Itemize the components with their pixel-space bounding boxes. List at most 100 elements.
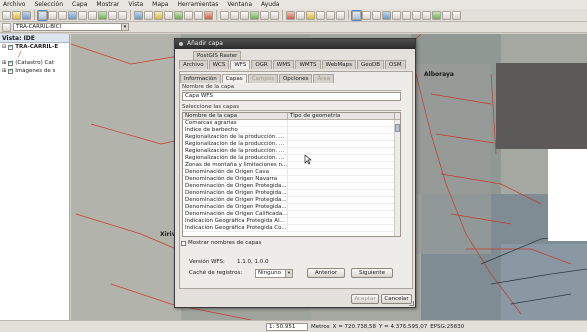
table-icon[interactable]: [154, 10, 163, 20]
tab-wcs[interactable]: WCS: [208, 60, 230, 69]
next-button[interactable]: Siguiente: [351, 268, 393, 278]
text-icon[interactable]: [336, 10, 345, 20]
expand-icon[interactable]: ⊞: [2, 59, 6, 67]
layer-icon[interactable]: [2, 22, 11, 32]
tab-opciones[interactable]: Opciones: [278, 74, 313, 83]
tab-wms[interactable]: WMS: [272, 60, 295, 69]
dialog-titlebar[interactable]: Añadir capa: [175, 39, 415, 49]
menu-mapa[interactable]: Mapa: [152, 1, 168, 8]
table-row[interactable]: Regionalización de la producción. ...: [183, 155, 400, 162]
hyperlink-icon[interactable]: [260, 10, 269, 20]
menu-ventana[interactable]: Ventana: [227, 1, 252, 8]
menu-mostrar[interactable]: Mostrar: [96, 1, 119, 8]
toc-layer-row[interactable]: ⊞ Imágenes de s: [0, 67, 69, 75]
area-icon[interactable]: [194, 10, 203, 20]
table-row[interactable]: Regionalización de la producción. ...: [183, 141, 400, 148]
menu-herramientas[interactable]: Herramientas: [177, 1, 218, 8]
edit-icon[interactable]: [164, 10, 173, 20]
layer-visibility-checkbox[interactable]: [8, 59, 14, 67]
preferences-icon[interactable]: [452, 10, 461, 20]
new-project-icon[interactable]: [2, 10, 11, 20]
cache-select[interactable]: Ninguno ▾: [255, 269, 293, 278]
menu-seleccion[interactable]: Selección: [34, 1, 63, 8]
zoom-select-icon[interactable]: [118, 10, 127, 20]
copy-icon[interactable]: [48, 10, 57, 20]
crs-label[interactable]: EPSG:25830: [430, 324, 464, 330]
polygon-icon[interactable]: [326, 10, 335, 20]
info-icon[interactable]: [68, 10, 77, 20]
print-icon[interactable]: [442, 10, 451, 20]
expand-icon[interactable]: ⊟: [2, 43, 6, 51]
geoprocess-icon[interactable]: [174, 10, 183, 20]
table-row[interactable]: Regionalización de la producción. ...: [183, 134, 400, 141]
menu-capa[interactable]: Capa: [72, 1, 87, 8]
stop-icon[interactable]: [286, 10, 295, 20]
scrollbar-thumb[interactable]: [395, 124, 400, 132]
clear-selection-icon[interactable]: [392, 10, 401, 20]
layers-table[interactable]: Nombre de la capa Tipo de geometría Coma…: [182, 112, 401, 237]
units-label[interactable]: Metros: [311, 324, 330, 330]
toc-layer-row[interactable]: ⊞ (Catastro) Cat: [0, 59, 69, 67]
open-project-icon[interactable]: [12, 10, 21, 20]
cancel-button[interactable]: Cancelar: [381, 294, 412, 304]
tab-postgis-raster[interactable]: PostGIS Raster: [193, 51, 242, 60]
show-layer-names-row[interactable]: Mostrar nombres de capas: [181, 240, 261, 246]
refresh-icon[interactable]: [250, 10, 259, 20]
graphics-icon[interactable]: [296, 10, 305, 20]
tab-informacion[interactable]: Información: [180, 74, 221, 83]
resize-grip[interactable]: [409, 301, 414, 306]
column-header-name[interactable]: Nombre de la capa: [183, 113, 288, 119]
measure-icon[interactable]: [184, 10, 193, 20]
point-icon[interactable]: [306, 10, 315, 20]
table-row[interactable]: Denominación de Origen Calificada...: [183, 211, 400, 218]
tab-ogr[interactable]: OGR: [251, 60, 272, 69]
grid-icon[interactable]: [422, 10, 431, 20]
table-row[interactable]: Comarcas agrarias: [183, 120, 400, 127]
tab-capas[interactable]: Capas: [221, 74, 247, 83]
menu-vista[interactable]: Vista: [128, 1, 143, 8]
table-row[interactable]: Denominación de Origen Protegida...: [183, 197, 400, 204]
snapping-icon[interactable]: [412, 10, 421, 20]
scale-field[interactable]: 1: 50.951: [266, 322, 308, 331]
tab-wfs[interactable]: WFS: [230, 60, 251, 69]
layer-properties-icon[interactable]: [144, 10, 153, 20]
table-row[interactable]: Regionalización de la producción. ...: [183, 148, 400, 155]
menu-archivo[interactable]: Archivo: [3, 1, 25, 8]
layer-visibility-checkbox[interactable]: [8, 43, 14, 51]
table-row[interactable]: Indicación Geográfica Protegida Co...: [183, 225, 400, 232]
table-row[interactable]: Indicación Geográfica Protegida Al...: [183, 218, 400, 225]
select-point-icon[interactable]: [351, 9, 362, 21]
column-header-geometry[interactable]: Tipo de geometría: [288, 113, 395, 119]
table-row[interactable]: Denominación de Origen Protegida...: [183, 190, 400, 197]
table-row[interactable]: Denominación de Origen Protegida...: [183, 204, 400, 211]
locator-icon[interactable]: [270, 10, 279, 20]
expand-icon[interactable]: ⊞: [2, 67, 6, 75]
layer-visibility-checkbox[interactable]: [8, 67, 14, 75]
show-layer-names-checkbox[interactable]: [181, 240, 186, 246]
remove-icon[interactable]: [204, 10, 213, 20]
tab-geodb[interactable]: GeoDB: [356, 60, 384, 69]
zoom-layer-icon[interactable]: [98, 10, 107, 20]
table-row[interactable]: Índice de barbecho: [183, 127, 400, 134]
previous-button[interactable]: Anterior: [307, 268, 345, 278]
table-scrollbar[interactable]: [394, 120, 400, 236]
zoom-in-icon[interactable]: [78, 10, 87, 20]
save-project-icon[interactable]: [22, 10, 31, 20]
tab-archivo[interactable]: Archivo: [179, 60, 208, 69]
pan-icon[interactable]: [220, 10, 229, 20]
menu-ayuda[interactable]: Ayuda: [261, 1, 280, 8]
add-layer-icon[interactable]: [134, 10, 143, 20]
select-polygon-icon[interactable]: [372, 10, 381, 20]
zoom-full-icon[interactable]: [108, 10, 117, 20]
accept-button[interactable]: Aceptar: [351, 294, 379, 304]
table-row[interactable]: Denominación de Origen Cava: [183, 169, 400, 176]
tab-osm[interactable]: OSM: [385, 60, 406, 69]
select-icon[interactable]: [37, 9, 48, 21]
select-rect-icon[interactable]: [362, 10, 371, 20]
table-row[interactable]: Denominación de Origen Protegida...: [183, 183, 400, 190]
table-row[interactable]: Zonas de montaña y limitaciones n...: [183, 162, 400, 169]
close-icon[interactable]: [179, 42, 183, 46]
active-layer-combo[interactable]: TRA-CARRIL-BICI ▾: [13, 23, 129, 31]
tab-campos[interactable]: Campos: [247, 74, 278, 83]
zoom-out-icon[interactable]: [88, 10, 97, 20]
